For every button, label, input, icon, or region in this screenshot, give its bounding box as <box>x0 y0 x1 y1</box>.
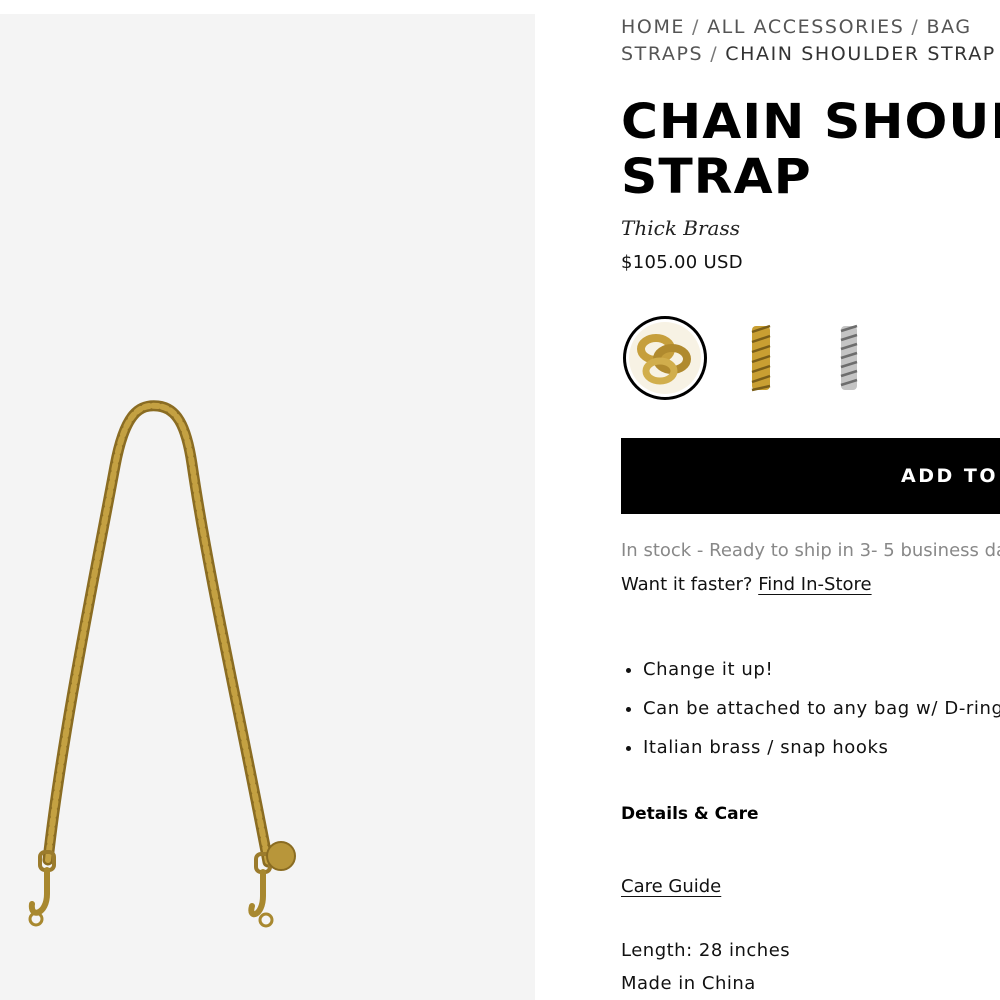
want-faster: Want it faster? Find In-Store <box>621 574 872 595</box>
page-title: CHAIN SHOULDER STRAP <box>621 95 1000 205</box>
list-item: Italian brass / snap hooks <box>643 728 1000 767</box>
breadcrumb-all-accessories[interactable]: ALL ACCESSORIES <box>707 16 904 38</box>
charm-icon <box>266 841 296 871</box>
feature-list: Change it up! Can be attached to any bag… <box>621 650 1000 767</box>
made-in-spec: Made in China <box>621 973 756 994</box>
list-item: Change it up! <box>643 650 1000 689</box>
breadcrumb-separator: / <box>911 16 920 38</box>
length-spec: Length: 28 inches <box>621 940 791 961</box>
silver-rope-chain-icon <box>840 324 858 390</box>
find-in-store-link[interactable]: Find In-Store <box>758 574 871 595</box>
selected-variant: Thick Brass <box>621 216 741 240</box>
swatch-brass-rope[interactable] <box>719 316 803 400</box>
title-line-2: STRAP <box>621 149 812 205</box>
stock-status: In stock - Ready to ship in 3- 5 busines… <box>621 540 1000 561</box>
list-item: Can be attached to any bag w/ D-rings <box>643 689 1000 728</box>
swatch-thick-brass[interactable] <box>623 316 707 400</box>
product-info: HOME / ALL ACCESSORIES / BAG STRAPS / CHAIN SH… <box>621 0 1000 1000</box>
chain-strap-photo <box>28 400 296 928</box>
title-line-1: CHAIN SHOULDER <box>621 94 1000 150</box>
breadcrumb-current: CHAIN SHOULDER STRAP <box>725 43 996 65</box>
brass-rope-chain-icon <box>751 324 771 392</box>
details-care-heading[interactable]: Details & Care <box>621 804 759 824</box>
want-faster-text: Want it faster? <box>621 574 759 595</box>
care-guide-link[interactable]: Care Guide <box>621 876 721 897</box>
thick-brass-chain-icon <box>629 322 701 394</box>
breadcrumb-separator: / <box>692 16 701 38</box>
swatch-silver-rope[interactable] <box>807 316 891 400</box>
breadcrumb: HOME / ALL ACCESSORIES / BAG STRAPS / CHAIN SH… <box>621 14 1000 68</box>
price: $105.00 USD <box>621 252 743 273</box>
breadcrumb-home[interactable]: HOME <box>621 16 685 38</box>
product-image[interactable] <box>0 14 535 1000</box>
breadcrumb-separator: / <box>710 43 719 65</box>
add-to-bag-button[interactable]: ADD TO BAG <box>621 438 1000 514</box>
